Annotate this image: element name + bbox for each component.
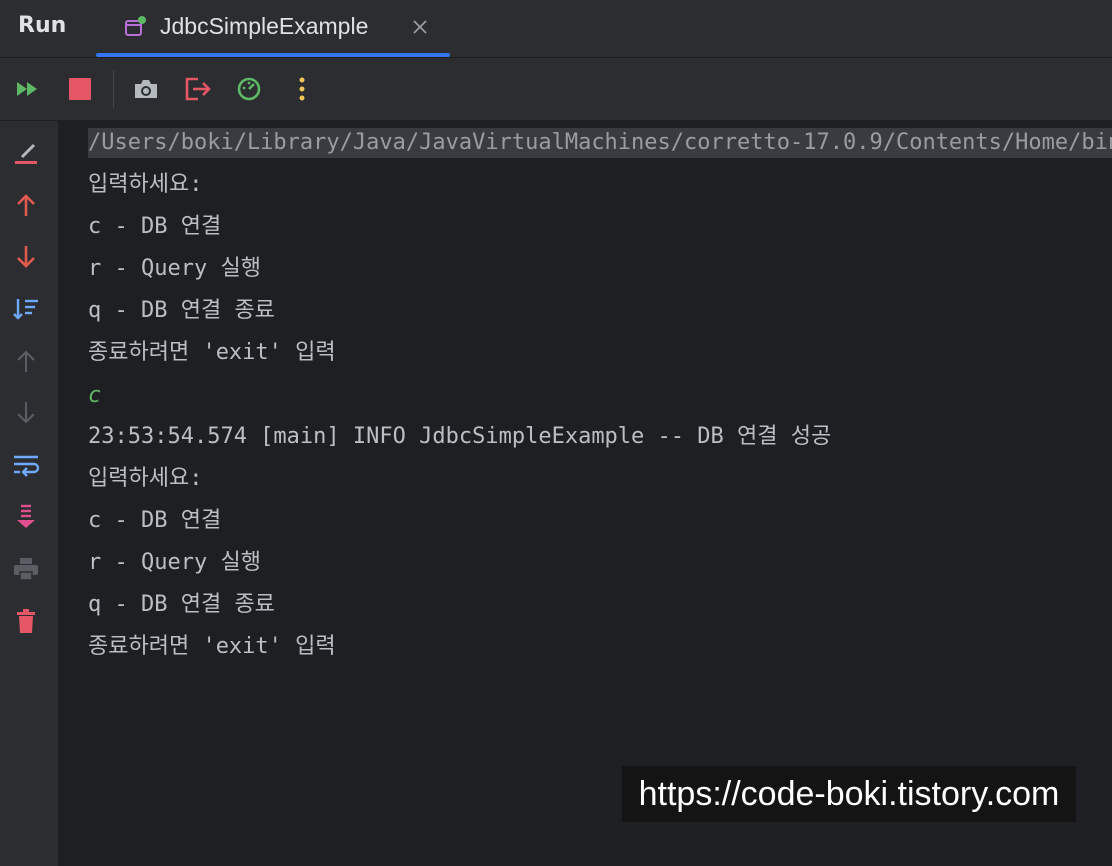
print-icon[interactable]: [10, 553, 42, 585]
console-line: c - DB 연결: [88, 214, 222, 239]
rerun-icon[interactable]: [13, 74, 43, 104]
console-line: 종료하려면 'exit' 입력: [88, 634, 336, 659]
console-line: q - DB 연결 종료: [88, 592, 275, 617]
exit-icon[interactable]: [183, 74, 213, 104]
tab-bar: Run JdbcSimpleExample: [0, 0, 1112, 58]
profiler-icon[interactable]: [234, 74, 264, 104]
clear-edit-icon[interactable]: [10, 137, 42, 169]
console-line: 입력하세요:: [88, 172, 203, 197]
run-tool-window: Run JdbcSimpleExample /Users/boki/Librar…: [0, 0, 1112, 866]
console-side-toolbar: [0, 121, 58, 866]
console-line: q - DB 연결 종료: [88, 298, 275, 323]
camera-icon[interactable]: [131, 74, 161, 104]
java-command-line: /Users/boki/Library/Java/JavaVirtualMach…: [88, 128, 1112, 158]
close-icon[interactable]: [410, 17, 430, 37]
stop-icon[interactable]: [65, 74, 95, 104]
up-red-icon[interactable]: [10, 189, 42, 221]
toolbar-separator: [113, 70, 114, 108]
console-line: c - DB 연결: [88, 508, 222, 533]
sort-icon[interactable]: [10, 293, 42, 325]
console-line: 종료하려면 'exit' 입력: [88, 340, 336, 365]
scroll-to-end-icon[interactable]: [10, 501, 42, 533]
trash-icon[interactable]: [10, 605, 42, 637]
watermark-url: https://code-boki.tistory.com: [622, 766, 1076, 822]
more-icon[interactable]: [287, 74, 317, 104]
run-toolbar: [0, 58, 1112, 121]
console-output[interactable]: /Users/boki/Library/Java/JavaVirtualMach…: [58, 121, 1112, 866]
soft-wrap-icon[interactable]: [10, 449, 42, 481]
down-red-icon[interactable]: [10, 241, 42, 273]
down-arrow-icon[interactable]: [10, 397, 42, 429]
run-label: Run: [18, 13, 67, 38]
console-line: 입력하세요:: [88, 466, 203, 491]
console-line: r - Query 실행: [88, 550, 261, 575]
log-line: 23:53:54.574 [main] INFO JdbcSimpleExamp…: [88, 424, 832, 449]
user-input-line: c: [88, 383, 102, 408]
console-line: r - Query 실행: [88, 256, 261, 281]
run-config-icon: [124, 16, 146, 38]
active-tab-indicator: [96, 53, 450, 57]
up-arrow-icon[interactable]: [10, 345, 42, 377]
tab-title: JdbcSimpleExample: [160, 13, 369, 39]
